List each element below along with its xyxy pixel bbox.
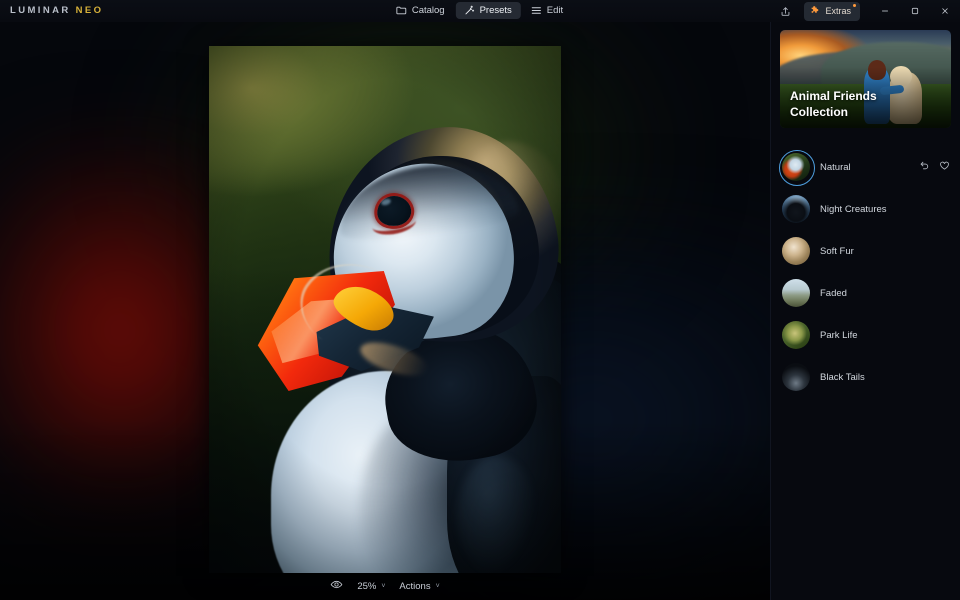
preset-thumbnail [782,237,810,265]
undo-icon[interactable] [919,158,930,176]
preview-toggle-button[interactable] [330,578,343,594]
minimize-button[interactable] [870,0,900,22]
wand-sparkle-icon [464,5,475,16]
preset-thumbnail [782,195,810,223]
preset-thumbnail [782,363,810,391]
luminar-neo-window: LUMINAR NEO Catalog Presets Edit Extras … [0,0,960,600]
preset-list: Natural Night Creatures Soft Fur Faded P… [771,146,960,398]
actions-label: Actions [399,580,431,592]
preset-thumb-wrap [779,150,815,186]
puffin-photo [209,46,561,573]
collection-banner[interactable]: Animal Friends Collection [780,30,951,128]
maximize-button[interactable] [900,0,930,22]
tab-presets[interactable]: Presets [455,2,521,19]
mode-tabs: Catalog Presets Edit [388,2,572,19]
extras-label: Extras [825,6,851,16]
presets-panel: Presets Animal Friends Collection [770,0,960,600]
chevron-down-icon: ˅ [381,582,386,590]
sliders-icon [531,5,542,16]
tab-edit-label: Edit [546,4,564,16]
extras-badge-dot [853,3,856,7]
preset-thumb-wrap [782,321,810,349]
zoom-level-value: 25% [357,580,377,592]
tab-edit[interactable]: Edit [523,2,572,19]
preset-label: Black Tails [820,371,865,383]
title-bar: LUMINAR NEO Catalog Presets Edit Extras [0,0,960,22]
collection-title-line1: Animal Friends [790,89,877,104]
heart-icon[interactable] [939,158,950,176]
export-share-icon[interactable] [770,0,800,22]
bottom-toolbar: 25% ˅ Actions ˅ [0,572,770,600]
photo-canvas[interactable] [0,22,770,600]
tab-catalog-label: Catalog [411,4,445,16]
chevron-down-icon: ˅ [435,582,440,590]
preset-thumbnail [782,279,810,307]
preset-label: Natural [820,161,851,173]
logo-secondary: NEO [75,5,104,16]
photo-vignette [209,46,561,573]
preset-thumb-wrap [782,363,810,391]
logo-primary: LUMINAR [10,5,71,16]
folder-icon [396,5,407,16]
tab-catalog[interactable]: Catalog [388,2,454,19]
preset-item-park-life[interactable]: Park Life [771,314,960,356]
preset-label: Night Creatures [820,203,887,215]
preset-item-black-tails[interactable]: Black Tails [771,356,960,398]
window-controls-group: Extras [770,0,960,22]
preset-thumbnail [782,153,810,181]
photo-frame[interactable] [209,46,561,573]
preset-label: Park Life [820,329,858,341]
preset-item-natural[interactable]: Natural [771,146,960,188]
tab-presets-label: Presets [479,4,512,16]
eye-icon [330,578,343,594]
close-button[interactable] [930,0,960,22]
preset-item-night-creatures[interactable]: Night Creatures [771,188,960,230]
preset-thumb-wrap [782,279,810,307]
extras-button[interactable]: Extras [804,1,860,21]
preset-item-faded[interactable]: Faded [771,272,960,314]
collection-title-line2: Collection [790,104,849,119]
preset-thumb-wrap [782,237,810,265]
app-logo: LUMINAR NEO [10,5,103,16]
actions-dropdown[interactable]: Actions ˅ [399,581,439,592]
zoom-level-dropdown[interactable]: 25% ˅ [357,581,385,592]
collection-title: Animal Friends Collection [790,89,877,120]
preset-thumbnail [782,321,810,349]
puzzle-piece-icon [810,5,821,18]
preset-item-soft-fur[interactable]: Soft Fur [771,230,960,272]
preset-label: Faded [820,287,847,299]
preset-thumb-wrap [782,195,810,223]
preset-label: Soft Fur [820,245,854,257]
preset-row-actions [919,158,950,176]
